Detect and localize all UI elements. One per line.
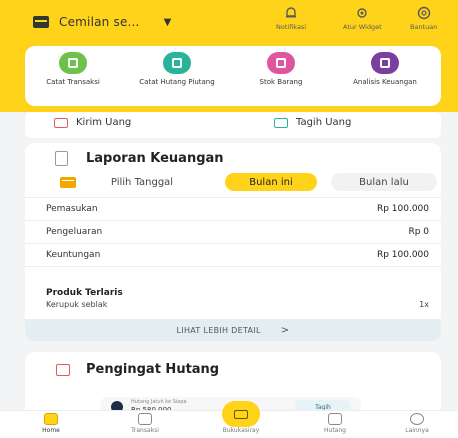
report-row-income: Pemasukan Rp 100.000 xyxy=(25,197,441,219)
calendar-icon xyxy=(60,177,76,188)
document-icon xyxy=(55,151,68,166)
quick-actions-panel: Catat Transaksi Catat Hutang Piutang Sto… xyxy=(25,46,441,106)
send-money-label: Kirim Uang xyxy=(76,117,132,128)
record-debt-button[interactable]: Catat Hutang Piutang xyxy=(127,52,227,87)
debt-title: Pengingat Hutang xyxy=(56,362,219,377)
see-more-detail-button[interactable]: LIHAT LEBIH DETAIL > xyxy=(25,319,441,341)
nav-label: Bukukasiray xyxy=(222,427,260,434)
help-icon xyxy=(415,6,433,20)
nav-label: Lainnya xyxy=(405,427,429,434)
widget-settings-label: Atur Widget xyxy=(343,23,382,31)
record-debt-icon xyxy=(163,52,191,74)
record-transaction-button[interactable]: Catat Transaksi xyxy=(23,52,123,87)
help-label: Bantuan xyxy=(410,23,438,31)
bill-money-icon xyxy=(274,117,288,128)
bell-icon xyxy=(282,6,300,20)
store-name: Cemilan se... xyxy=(59,15,140,29)
nav-label: Home xyxy=(42,427,60,434)
debt-item-subtitle: Hutang Jatuh ke Siapa xyxy=(131,399,187,405)
bill-money-button[interactable]: Tagih Uang xyxy=(274,117,351,128)
transfer-panel: Kirim Uang Tagih Uang xyxy=(25,112,441,138)
cash-register-icon xyxy=(234,409,248,419)
top-product-name: Kerupuk seblak xyxy=(46,300,108,309)
quick-action-label: Catat Transaksi xyxy=(46,78,100,86)
row-label: Keuntungan xyxy=(46,250,101,260)
row-value: Rp 100.000 xyxy=(376,250,429,260)
quick-action-label: Stok Barang xyxy=(259,78,303,86)
filter-this-month[interactable]: Bulan ini xyxy=(225,173,317,191)
top-product-title: Produk Terlaris xyxy=(46,288,123,298)
report-title: Laporan Keuangan xyxy=(55,151,224,166)
row-label: Pengeluaran xyxy=(46,227,103,237)
notification-button[interactable]: Notifikasi xyxy=(276,6,306,31)
quick-action-label: Catat Hutang Piutang xyxy=(139,78,215,86)
send-money-button[interactable]: Kirim Uang xyxy=(54,117,131,128)
home-icon xyxy=(44,413,58,425)
chevron-right-icon: > xyxy=(280,324,290,336)
quick-action-label: Analisis Keuangan xyxy=(353,78,417,86)
store-selector[interactable]: Cemilan se... ▼ xyxy=(33,10,171,34)
store-icon xyxy=(33,16,49,28)
report-row-profit: Keuntungan Rp 100.000 xyxy=(25,243,441,265)
nav-home[interactable]: Home xyxy=(21,413,81,434)
report-row-expense: Pengeluaran Rp 0 xyxy=(25,220,441,242)
transaction-icon xyxy=(138,413,152,425)
report-title-text: Laporan Keuangan xyxy=(86,151,224,166)
row-value: Rp 0 xyxy=(408,227,429,237)
more-icon xyxy=(410,413,424,425)
nav-label: Transaksi xyxy=(131,427,159,434)
financial-report-card: Laporan Keuangan Pilih Tanggal Bulan ini… xyxy=(25,143,441,341)
chevron-down-icon: ▼ xyxy=(163,16,172,28)
analysis-button[interactable]: Analisis Keuangan xyxy=(335,52,435,87)
top-product-qty: 1x xyxy=(419,300,429,309)
row-value: Rp 100.000 xyxy=(376,204,429,214)
widget-settings-button[interactable]: Atur Widget xyxy=(343,6,382,31)
pick-date-button[interactable]: Pilih Tanggal xyxy=(87,173,197,191)
stock-icon xyxy=(267,52,295,74)
nav-label: Hutang xyxy=(324,427,346,434)
nav-more[interactable]: Lainnya xyxy=(387,413,447,434)
notification-label: Notifikasi xyxy=(276,23,307,31)
row-label: Pemasukan xyxy=(46,204,98,214)
send-money-icon xyxy=(54,117,68,128)
bill-money-label: Tagih Uang xyxy=(296,117,352,128)
help-button[interactable]: Bantuan xyxy=(410,6,437,31)
record-transaction-icon xyxy=(59,52,87,74)
analysis-icon xyxy=(371,52,399,74)
debt-title-text: Pengingat Hutang xyxy=(86,362,220,377)
widget-settings-icon xyxy=(353,6,371,20)
see-more-label: LIHAT LEBIH DETAIL xyxy=(176,325,261,335)
calendar-reminder-icon xyxy=(56,363,70,376)
debt-icon xyxy=(328,413,342,425)
divider xyxy=(25,266,441,267)
nav-debt[interactable]: Hutang xyxy=(305,413,365,434)
nav-transaction[interactable]: Transaksi xyxy=(115,413,175,434)
filter-last-month[interactable]: Bulan lalu xyxy=(331,173,437,191)
pos-fab-button[interactable] xyxy=(222,401,260,427)
stock-button[interactable]: Stok Barang xyxy=(231,52,331,87)
